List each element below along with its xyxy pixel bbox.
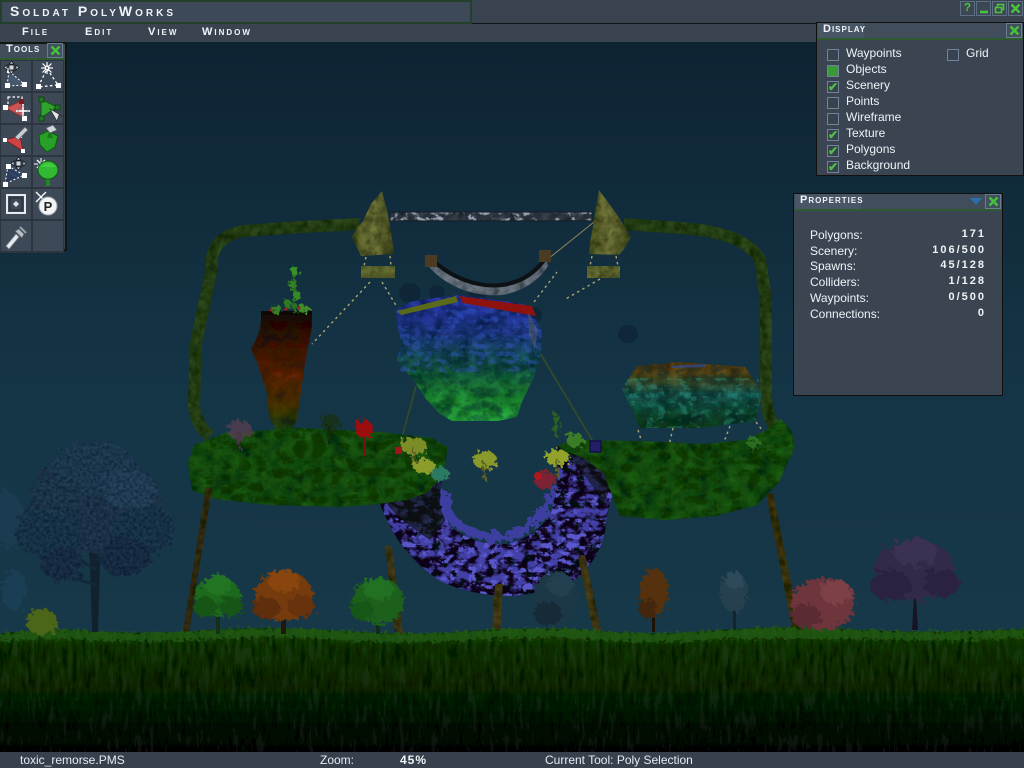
svg-text:P: P <box>44 199 53 214</box>
